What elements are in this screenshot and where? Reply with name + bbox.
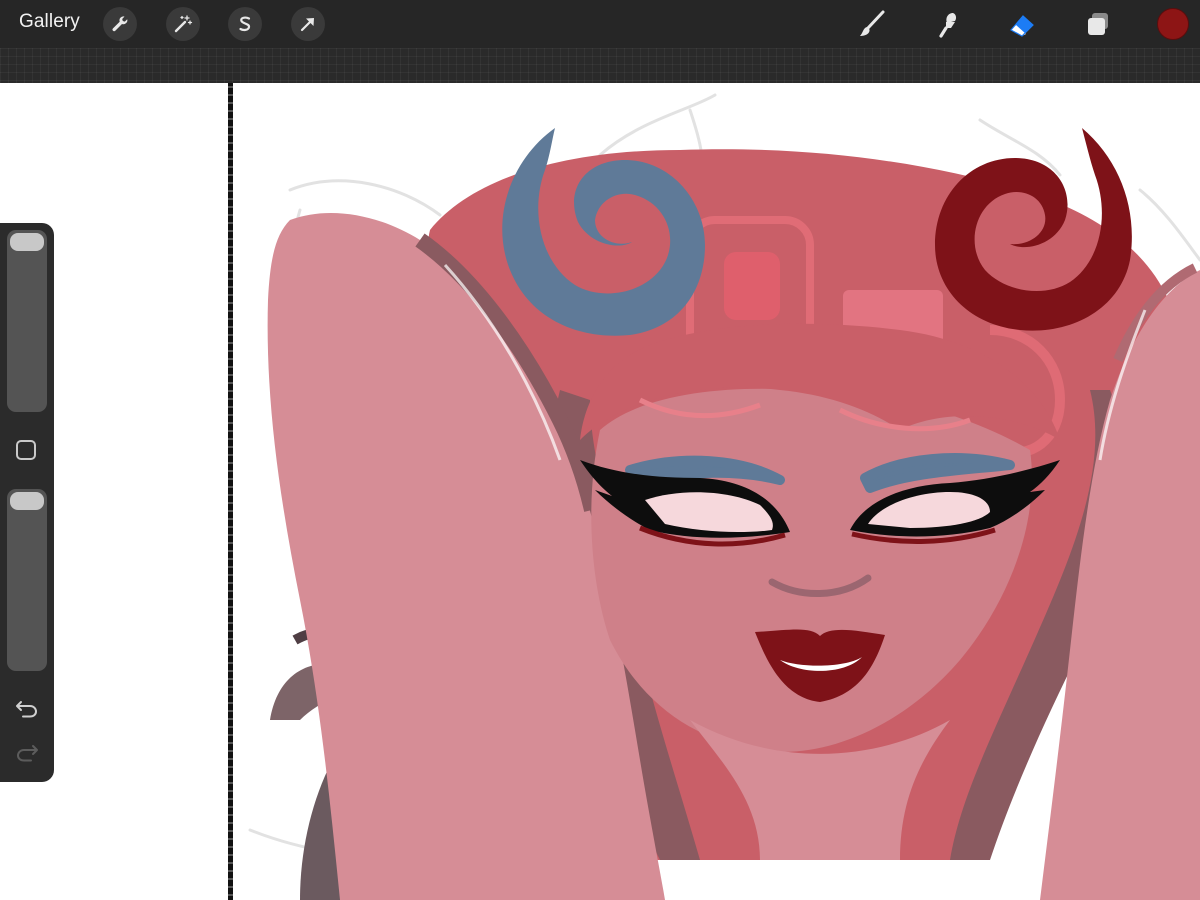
modify-square-icon[interactable]	[16, 440, 36, 460]
transform-arrow-icon[interactable]	[291, 7, 325, 41]
eraser-icon[interactable]	[1004, 6, 1040, 42]
brush-icon[interactable]	[854, 6, 890, 42]
adjustments-magic-wand-icon[interactable]	[166, 7, 200, 41]
drawing-canvas[interactable]	[0, 83, 1200, 900]
canvas-edge-line	[228, 83, 233, 900]
layers-icon[interactable]	[1080, 6, 1116, 42]
opacity-slider-thumb[interactable]	[10, 492, 44, 510]
selection-s-icon[interactable]	[228, 7, 262, 41]
opacity-slider[interactable]	[7, 489, 47, 671]
gallery-button[interactable]: Gallery	[19, 11, 80, 33]
left-sidebar	[0, 223, 54, 782]
smudge-icon[interactable]	[928, 6, 964, 42]
redo-arrow-icon[interactable]	[12, 740, 42, 766]
toolbar-shadow-strip	[0, 48, 1200, 83]
top-toolbar: Gallery	[0, 0, 1200, 48]
brush-size-slider[interactable]	[7, 230, 47, 412]
undo-arrow-icon[interactable]	[12, 696, 42, 722]
brush-size-slider-thumb[interactable]	[10, 233, 44, 251]
character-illustration	[248, 93, 1200, 900]
color-picker-button[interactable]	[1157, 8, 1189, 40]
actions-wrench-icon[interactable]	[103, 7, 137, 41]
